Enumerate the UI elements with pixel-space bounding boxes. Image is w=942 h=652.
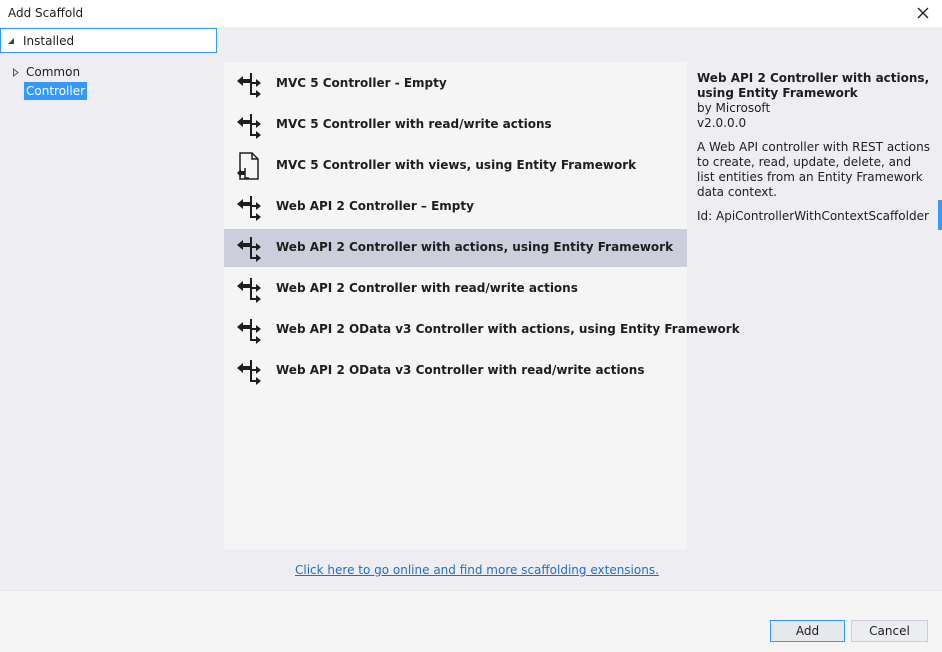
cancel-button[interactable]: Cancel <box>851 620 928 642</box>
scaffolder-item[interactable]: MVC 5 Controller with read/write actions <box>224 106 687 144</box>
scaffolder-item[interactable]: Web API 2 OData v3 Controller with actio… <box>224 311 740 349</box>
view-document-icon <box>234 152 264 180</box>
details-id: Id: ApiControllerWithContextScaffolder <box>697 209 929 223</box>
controller-icon <box>234 316 264 344</box>
installed-header[interactable]: Installed <box>0 28 217 53</box>
window-title: Add Scaffold <box>8 6 84 20</box>
details-pane: Web API 2 Controller with actions, using… <box>697 71 932 224</box>
scaffolder-label: Web API 2 OData v3 Controller with actio… <box>276 322 740 336</box>
window-edge <box>938 27 942 590</box>
scaffolder-item[interactable]: Web API 2 OData v3 Controller with read/… <box>224 352 687 390</box>
tree-item-label: Common <box>26 65 81 79</box>
collapsed-arrow-icon[interactable] <box>12 67 22 77</box>
details-version: v2.0.0.0 <box>697 116 747 130</box>
scaffolder-item[interactable]: Web API 2 Controller – Empty <box>224 188 687 226</box>
scaffolder-label: Web API 2 Controller with actions, using… <box>276 240 674 254</box>
controller-icon <box>234 275 264 303</box>
scaffolder-item[interactable]: Web API 2 Controller with read/write act… <box>224 270 687 308</box>
scaffolder-label: Web API 2 Controller – Empty <box>276 199 474 213</box>
scaffolder-list: MVC 5 Controller - Empty MVC 5 Controller… <box>224 62 740 549</box>
tree-item-common[interactable]: Common <box>12 63 80 81</box>
scaffolder-item[interactable]: Web API 2 Controller with actions, using… <box>224 229 687 267</box>
details-author: by Microsoft <box>697 101 771 115</box>
details-description: A Web API controller with REST actions t… <box>697 140 931 199</box>
installed-label: Installed <box>23 33 75 48</box>
controller-icon <box>234 193 264 221</box>
close-icon <box>917 7 929 19</box>
controller-icon <box>234 234 264 262</box>
tree-item-controller[interactable]: Controller <box>24 82 88 100</box>
scaffolder-label: MVC 5 Controller with read/write actions <box>276 117 552 131</box>
scaffolder-item[interactable]: MVC 5 Controller with views, using Entit… <box>224 147 687 185</box>
online-extensions-link[interactable]: Click here to go online and find more sc… <box>295 563 659 577</box>
controller-icon <box>234 111 264 139</box>
details-title: Web API 2 Controller with actions, using… <box>697 71 930 100</box>
controller-icon <box>234 357 264 385</box>
scaffolder-label: Web API 2 OData v3 Controller with read/… <box>276 363 645 377</box>
scaffolder-item[interactable]: MVC 5 Controller - Empty <box>224 65 687 103</box>
scaffolder-label: MVC 5 Controller - Empty <box>276 76 447 90</box>
controller-icon <box>234 70 264 98</box>
add-button[interactable]: Add <box>770 620 845 642</box>
edge-highlight <box>938 200 942 230</box>
close-button[interactable] <box>912 3 934 23</box>
scaffolder-label: Web API 2 Controller with read/write act… <box>276 281 578 295</box>
title-bar: Add Scaffold <box>0 0 942 27</box>
expanded-arrow-icon <box>7 37 17 45</box>
scaffolder-label: MVC 5 Controller with views, using Entit… <box>276 158 637 172</box>
